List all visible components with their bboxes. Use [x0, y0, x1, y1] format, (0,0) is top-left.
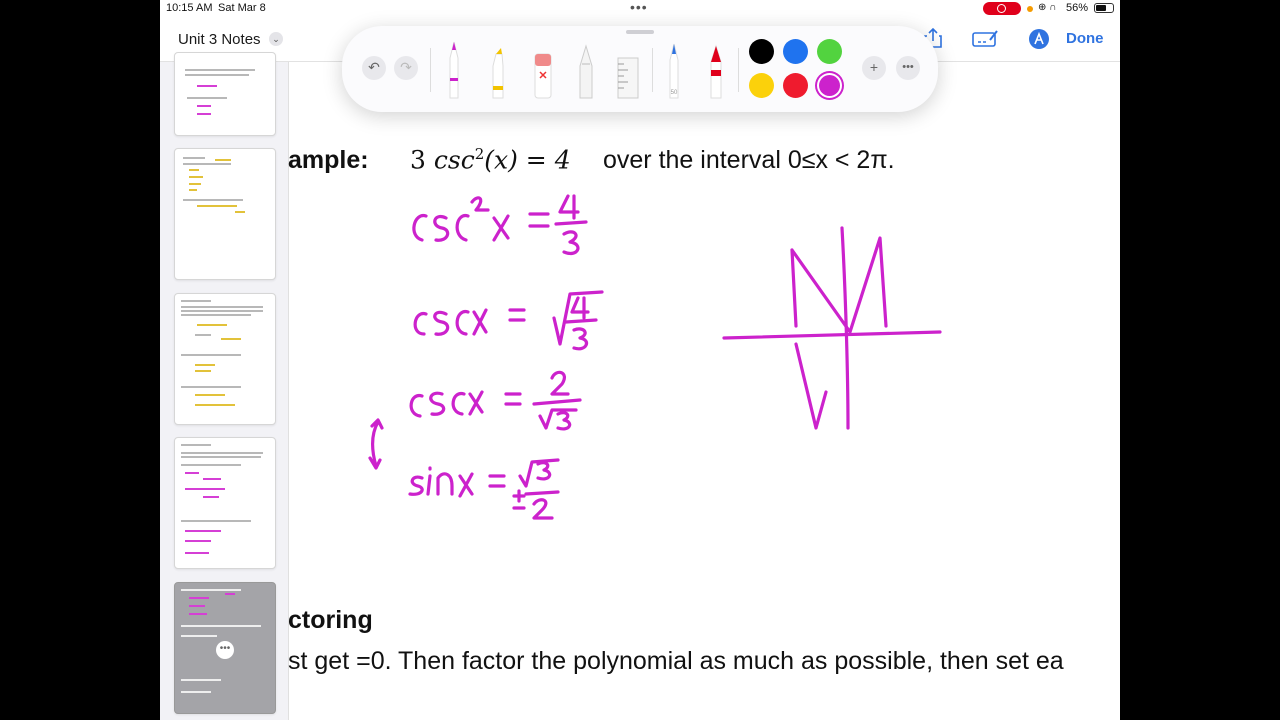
graph-sketch — [722, 226, 942, 430]
double-arrow — [368, 418, 384, 470]
handwriting-line-2 — [413, 290, 604, 351]
fountain-pen-tool-icon[interactable]: 50 — [664, 40, 684, 105]
ruler-tool-icon[interactable] — [616, 40, 640, 105]
toolbar-grabber[interactable] — [626, 30, 654, 34]
ipad-screen: 10:15 AM Sat Mar 8 ••• ⊕ ∩ 56% Unit 3 No… — [160, 0, 1120, 720]
svg-text:50: 50 — [671, 90, 678, 96]
color-picker-swatch-selected[interactable] — [819, 75, 840, 96]
color-yellow-swatch[interactable] — [749, 73, 774, 98]
redo-icon[interactable]: ↷ — [394, 56, 418, 80]
handwriting-line-3 — [409, 370, 582, 431]
color-green-swatch[interactable] — [817, 39, 842, 64]
markup-toolbar[interactable]: ↶ ↷ 50 + ••• — [342, 26, 938, 112]
add-icon[interactable]: + — [862, 56, 886, 80]
undo-icon[interactable]: ↶ — [362, 56, 386, 80]
pencil-tool-icon[interactable] — [576, 40, 596, 105]
handwriting-line-1 — [412, 194, 588, 255]
pen-tool-icon[interactable] — [444, 40, 464, 105]
color-blue-swatch[interactable] — [783, 39, 808, 64]
color-red-swatch[interactable] — [783, 73, 808, 98]
marker-tool-icon[interactable] — [488, 40, 508, 105]
crayon-tool-icon[interactable] — [706, 40, 726, 105]
handwriting-line-4 — [408, 458, 560, 520]
color-black-swatch[interactable] — [749, 39, 774, 64]
eraser-tool-icon[interactable] — [532, 40, 554, 105]
more-options-icon[interactable]: ••• — [896, 56, 920, 80]
